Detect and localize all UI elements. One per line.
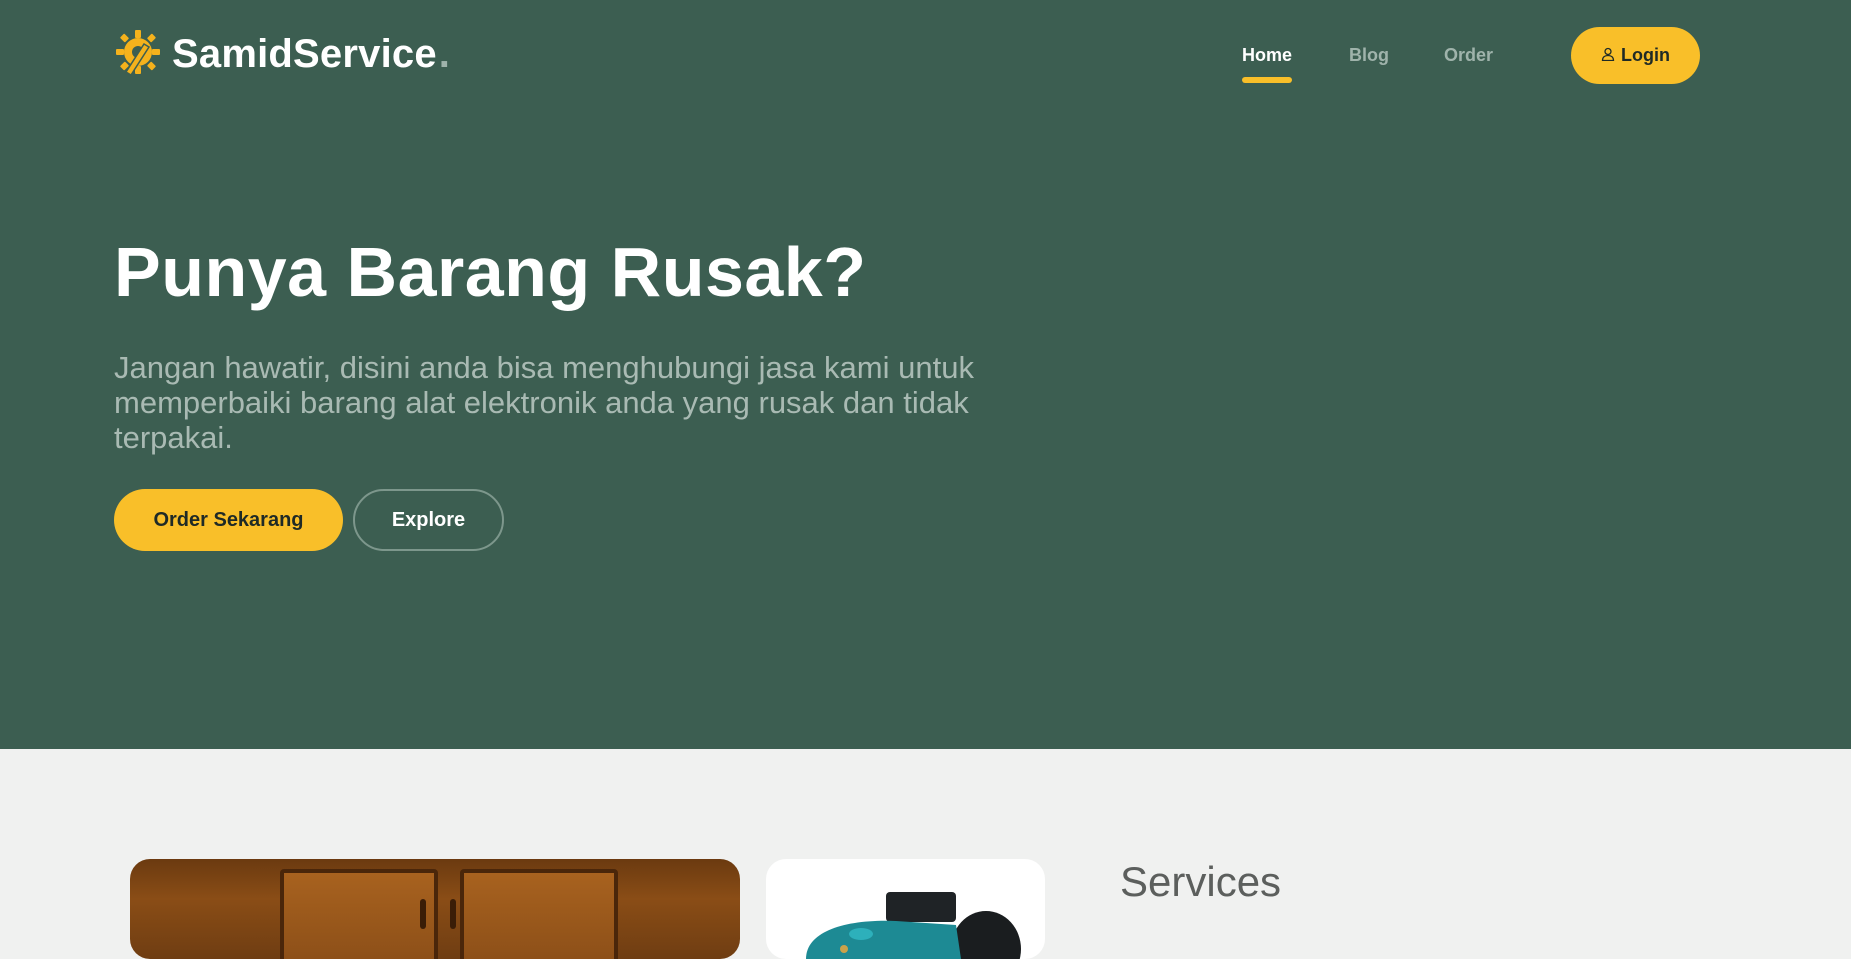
service-image-water-pump[interactable] — [766, 859, 1045, 959]
cabinet-door-right — [460, 869, 618, 959]
service-image-cabinet[interactable] — [130, 859, 740, 959]
cabinet-handle-right — [450, 899, 456, 929]
services-title: Services — [1120, 858, 1282, 905]
nav-home[interactable]: Home — [1242, 45, 1292, 66]
brand-dot: . — [438, 31, 450, 76]
login-button[interactable]: Login — [1571, 27, 1700, 84]
hero-subtitle: Jangan hawatir, disini anda bisa menghub… — [114, 350, 974, 455]
brand-name: SamidService — [172, 31, 437, 76]
order-now-button[interactable]: Order Sekarang — [114, 489, 343, 551]
water-pump-illustration — [806, 892, 1021, 959]
user-icon — [1601, 45, 1615, 66]
cabinet-handle-left — [420, 899, 426, 929]
cabinet-door-left — [280, 869, 438, 959]
hero-section: SamidService . Home Blog Order Login Pun… — [0, 0, 1851, 749]
nav-order[interactable]: Order — [1444, 45, 1493, 66]
explore-button[interactable]: Explore — [353, 489, 504, 551]
gear-tool-icon — [114, 26, 162, 83]
brand-logo[interactable]: SamidService . — [114, 24, 450, 84]
login-label: Login — [1621, 45, 1670, 65]
hero-title: Punya Barang Rusak? — [114, 233, 867, 311]
nav-active-indicator — [1242, 77, 1292, 83]
nav-blog[interactable]: Blog — [1349, 45, 1389, 66]
